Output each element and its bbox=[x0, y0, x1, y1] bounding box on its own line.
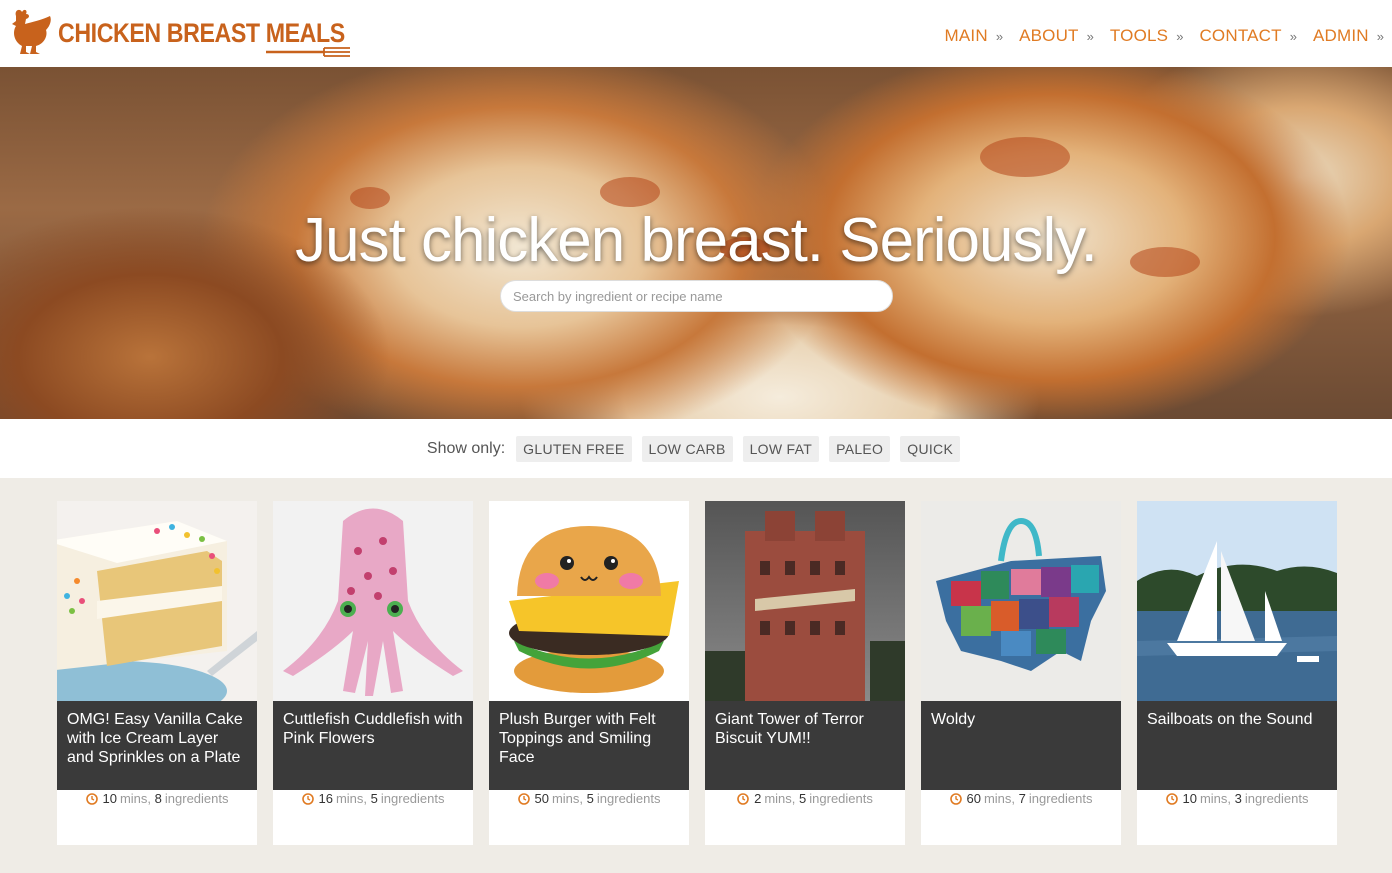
recipe-meta: 2 mins, 5 ingredients bbox=[705, 791, 905, 806]
nav-label: CONTACT bbox=[1199, 26, 1282, 45]
search-input[interactable] bbox=[500, 280, 893, 312]
nav-label: ADMIN bbox=[1312, 26, 1369, 45]
filter-label: Show only: bbox=[426, 439, 506, 457]
main-nav: MAIN » ABOUT » TOOLS » CONTACT » ADMIN » bbox=[929, 26, 1384, 46]
recipe-minutes: 10 bbox=[1182, 791, 1197, 806]
recipe-meta: 10 mins, 3 ingredients bbox=[1137, 791, 1337, 806]
filter-chip-gluten-free[interactable]: GLUTEN FREE bbox=[516, 435, 632, 462]
sailboat-image[interactable] bbox=[1137, 501, 1337, 701]
recipe-title[interactable]: Sailboats on the Sound bbox=[1137, 701, 1337, 790]
nav-separator: » bbox=[1176, 28, 1184, 44]
recipe-minutes: 10 bbox=[102, 791, 117, 806]
nav-about[interactable]: ABOUT » bbox=[1019, 26, 1094, 46]
minutes-label: mins, bbox=[119, 791, 152, 806]
recipe-minutes: 50 bbox=[534, 791, 549, 806]
cake-image[interactable] bbox=[57, 501, 257, 701]
clock-icon bbox=[1165, 792, 1178, 805]
clock-icon bbox=[517, 792, 530, 805]
ingredients-label: ingredients bbox=[1028, 791, 1093, 806]
usa-map-ornament-image[interactable] bbox=[921, 501, 1121, 701]
ingredients-label: ingredients bbox=[164, 791, 229, 806]
recipe-ingredient-count: 3 bbox=[1234, 791, 1242, 806]
recipe-grid: OMG! Easy Vanilla Cake with Ice Cream La… bbox=[57, 501, 1337, 845]
ingredients-label: ingredients bbox=[380, 791, 445, 806]
filter-chip-low-fat[interactable]: LOW FAT bbox=[742, 435, 820, 462]
tower-hotel-image[interactable] bbox=[705, 501, 905, 701]
nav-label: TOOLS bbox=[1109, 26, 1169, 45]
hero-title: Just chicken breast. Seriously. bbox=[295, 206, 1098, 275]
nav-label: ABOUT bbox=[1019, 26, 1079, 45]
filter-chip-low-carb[interactable]: LOW CARB bbox=[641, 435, 733, 462]
recipe-card[interactable]: Plush Burger with Felt Toppings and Smil… bbox=[489, 501, 689, 845]
hero-banner: Just chicken breast. Seriously. bbox=[0, 67, 1392, 419]
recipe-card[interactable]: Sailboats on the Sound 10 mins, 3 ingred… bbox=[1137, 501, 1337, 845]
minutes-label: mins, bbox=[551, 791, 584, 806]
recipe-title[interactable]: Plush Burger with Felt Toppings and Smil… bbox=[489, 701, 689, 790]
recipe-ingredient-count: 8 bbox=[154, 791, 162, 806]
recipe-meta: 60 mins, 7 ingredients bbox=[921, 791, 1121, 806]
minutes-label: mins, bbox=[764, 791, 796, 806]
recipe-ingredient-count: 7 bbox=[1018, 791, 1026, 806]
clock-icon bbox=[949, 792, 962, 805]
filter-chip-paleo[interactable]: PALEO bbox=[829, 435, 891, 462]
nav-tools[interactable]: TOOLS » bbox=[1110, 26, 1184, 46]
spice-decoration bbox=[600, 177, 660, 207]
clock-icon bbox=[85, 792, 98, 805]
filter-chip-quick[interactable]: QUICK bbox=[900, 435, 961, 462]
recipe-minutes: 2 bbox=[754, 791, 762, 806]
nav-separator: » bbox=[995, 28, 1004, 44]
nav-main[interactable]: MAIN » bbox=[945, 26, 1004, 46]
recipe-ingredient-count: 5 bbox=[370, 791, 378, 806]
site-header: CHICKEN BREAST MEALS MAIN » ABOUT » TOOL… bbox=[0, 0, 1392, 67]
minutes-label: mins, bbox=[1199, 791, 1232, 806]
cuttlefish-plush-image[interactable] bbox=[273, 501, 473, 701]
spice-decoration bbox=[980, 137, 1070, 177]
logo-text: CHICKEN BREAST MEALS bbox=[58, 18, 345, 48]
recipe-card[interactable]: Woldy 60 mins, 7 ingredients bbox=[921, 501, 1121, 845]
recipe-card[interactable]: OMG! Easy Vanilla Cake with Ice Cream La… bbox=[57, 501, 257, 845]
clock-icon bbox=[737, 792, 749, 805]
recipe-title[interactable]: OMG! Easy Vanilla Cake with Ice Cream La… bbox=[57, 701, 257, 790]
burger-plush-image[interactable] bbox=[489, 501, 689, 701]
ingredients-label: ingredients bbox=[809, 791, 873, 806]
minutes-label: mins, bbox=[335, 791, 368, 806]
nav-label: MAIN bbox=[944, 26, 988, 45]
recipe-title[interactable]: Cuttlefish Cuddlefish with Pink Flowers bbox=[273, 701, 473, 790]
clock-icon bbox=[301, 792, 314, 805]
nav-contact[interactable]: CONTACT » bbox=[1199, 26, 1297, 46]
fork-icon bbox=[266, 47, 350, 57]
recipe-card[interactable]: Giant Tower of Terror Biscuit YUM!! 2 mi… bbox=[705, 501, 905, 845]
recipe-meta: 10 mins, 8 ingredients bbox=[57, 791, 257, 806]
recipe-ingredient-count: 5 bbox=[586, 791, 594, 806]
minutes-label: mins, bbox=[983, 791, 1016, 806]
ingredients-label: ingredients bbox=[1244, 791, 1309, 806]
nav-separator: » bbox=[1376, 28, 1384, 44]
recipe-ingredient-count: 5 bbox=[799, 791, 807, 806]
nav-separator: » bbox=[1086, 28, 1094, 44]
nav-separator: » bbox=[1289, 28, 1297, 44]
site-logo[interactable]: CHICKEN BREAST MEALS bbox=[8, 6, 350, 58]
recipe-minutes: 60 bbox=[966, 791, 981, 806]
hen-logo-icon bbox=[12, 9, 51, 54]
recipe-title[interactable]: Woldy bbox=[921, 701, 1121, 790]
recipe-title[interactable]: Giant Tower of Terror Biscuit YUM!! bbox=[705, 701, 905, 790]
recipe-minutes: 16 bbox=[318, 791, 333, 806]
recipe-card[interactable]: Cuttlefish Cuddlefish with Pink Flowers … bbox=[273, 501, 473, 845]
filter-bar: Show only: GLUTEN FREE LOW CARB LOW FAT … bbox=[0, 419, 1392, 478]
nav-admin[interactable]: ADMIN » bbox=[1313, 26, 1384, 46]
recipe-meta: 50 mins, 5 ingredients bbox=[489, 791, 689, 806]
recipe-meta: 16 mins, 5 ingredients bbox=[273, 791, 473, 806]
ingredients-label: ingredients bbox=[596, 791, 661, 806]
